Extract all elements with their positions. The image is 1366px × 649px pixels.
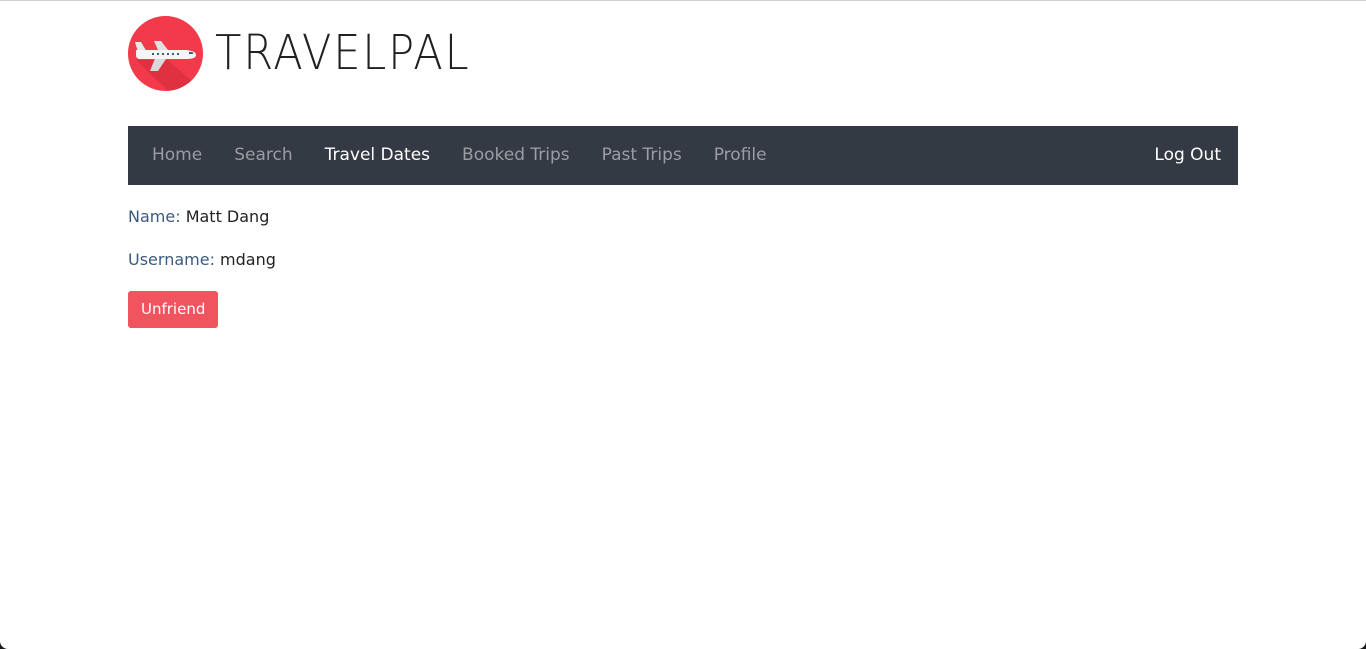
nav-item-home[interactable]: Home xyxy=(136,126,218,185)
brand-name: TRAVELPAL xyxy=(215,25,471,81)
nav-item-search[interactable]: Search xyxy=(218,126,308,185)
nav-list: Home Search Travel Dates Booked Trips Pa… xyxy=(128,126,1138,185)
window-top-border xyxy=(0,0,1366,1)
logout-link[interactable]: Log Out xyxy=(1138,126,1238,185)
unfriend-button[interactable]: Unfriend xyxy=(128,291,219,328)
window-corner-bottom-right xyxy=(1350,633,1366,649)
nav-item-profile[interactable]: Profile xyxy=(698,126,783,185)
username-label: Username: xyxy=(128,250,215,269)
window-corner-bottom-left xyxy=(0,633,16,649)
nav-item-booked-trips[interactable]: Booked Trips xyxy=(446,126,586,185)
airplane-icon xyxy=(128,16,203,91)
name-field: Name: Matt Dang xyxy=(128,203,276,231)
brand-logo-link[interactable]: TRAVELPAL xyxy=(128,16,499,91)
name-label: Name: xyxy=(128,207,181,226)
nav-item-past-trips[interactable]: Past Trips xyxy=(586,126,698,185)
username-field: Username: mdang xyxy=(128,246,276,274)
main-navbar: Home Search Travel Dates Booked Trips Pa… xyxy=(128,126,1238,185)
username-value: mdang xyxy=(220,250,276,269)
name-value: Matt Dang xyxy=(185,207,270,226)
friend-profile-content: Name: Matt Dang Username: mdang Unfriend xyxy=(128,203,276,328)
nav-item-travel-dates[interactable]: Travel Dates xyxy=(309,126,446,185)
